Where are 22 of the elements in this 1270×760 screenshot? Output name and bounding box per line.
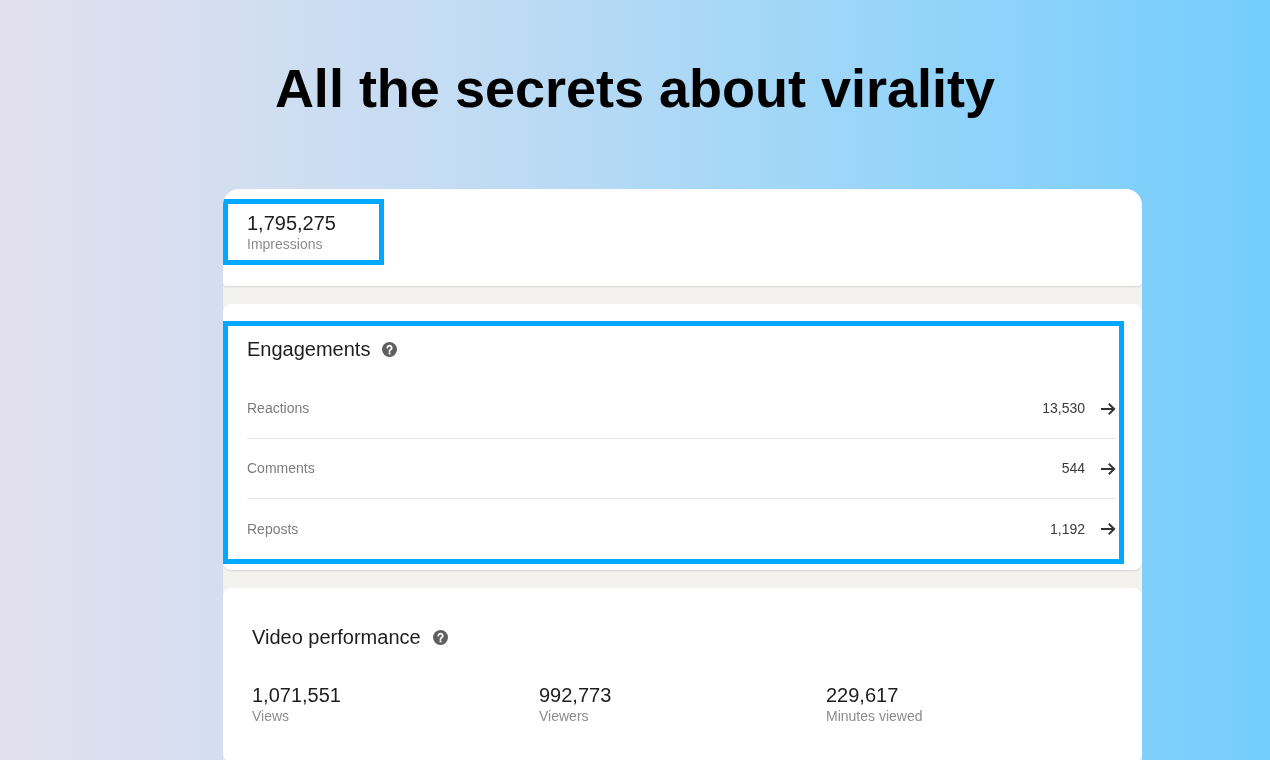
stat-label: Views <box>252 707 291 725</box>
stat-value: 229,617 <box>826 683 900 707</box>
stat-value: 992,773 <box>539 683 613 707</box>
row-value: 1,192 <box>1049 519 1085 539</box>
section-title: Video performance <box>252 625 421 650</box>
impressions-count: 1,795,275 <box>247 211 337 235</box>
arrow-right-icon[interactable] <box>1100 401 1116 416</box>
row-label: Reactions <box>247 399 310 418</box>
row-label: Comments <box>247 459 315 478</box>
row-value: 13,530 <box>1042 399 1085 418</box>
arrow-right-icon[interactable] <box>1100 461 1116 476</box>
help-icon[interactable] <box>432 629 448 645</box>
arrow-right-icon[interactable] <box>1100 522 1116 536</box>
section-title: Engagements <box>247 337 371 362</box>
impressions-label: Impressions <box>247 235 324 253</box>
row-label: Reposts <box>247 519 299 539</box>
row-value: 544 <box>1061 459 1085 478</box>
stat-label: Viewers <box>539 707 590 725</box>
stat-value: 1,071,551 <box>252 683 342 707</box>
page-title: All the secrets about virality <box>273 57 997 120</box>
help-icon[interactable] <box>382 341 398 357</box>
stat-label: Minutes viewed <box>826 707 924 725</box>
